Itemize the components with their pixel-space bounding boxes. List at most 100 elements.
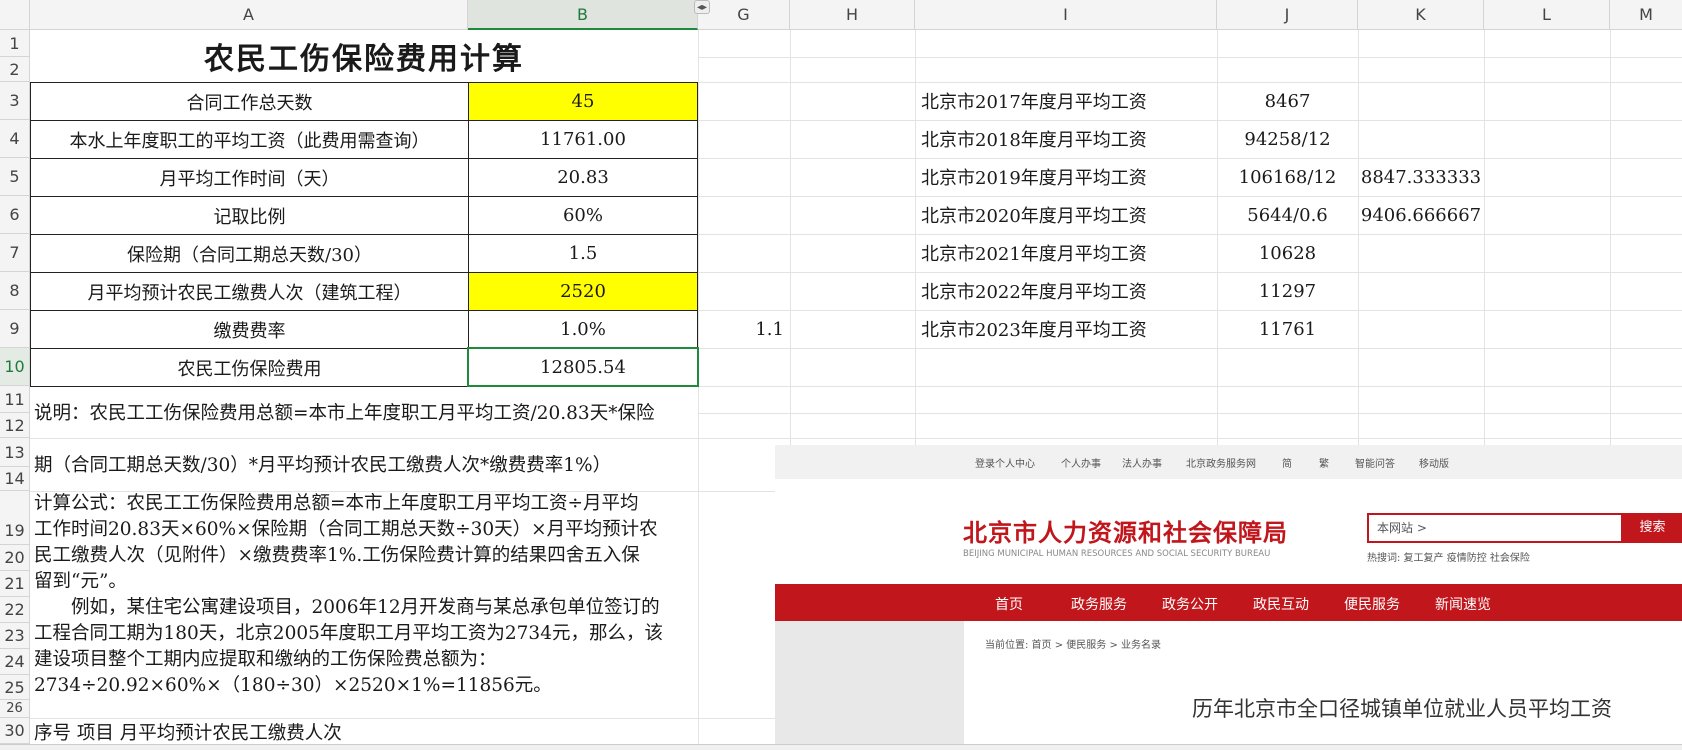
row30-text[interactable]: 序号 项目 月平均预计农民工缴费人次	[34, 721, 342, 747]
row-header-26[interactable]: 26	[0, 700, 30, 718]
row-header-23[interactable]: 23	[0, 623, 30, 649]
table-label-avg-wage[interactable]: 本水上年度职工的平均工资（此费用需查询）	[30, 120, 469, 159]
wage-value-2021[interactable]: 10628	[1217, 234, 1358, 272]
wage-value-2020[interactable]: 5644/0.6	[1217, 196, 1358, 234]
row-header-2[interactable]: 2	[0, 57, 30, 82]
column-header-bar: A B G H I J K L M ◂▸	[0, 0, 1682, 30]
website-logo-cn[interactable]: 北京市人力资源和社会保障局	[963, 513, 1288, 548]
column-header-b[interactable]: B	[468, 0, 698, 30]
wage-label-2023[interactable]: 北京市2023年度月平均工资	[915, 310, 1217, 348]
website-top-link-corporate[interactable]: 法人办事	[1122, 455, 1162, 470]
wage-label-2020[interactable]: 北京市2020年度月平均工资	[915, 196, 1217, 234]
website-top-link-qa[interactable]: 智能问答	[1355, 455, 1395, 470]
wage-label-2022[interactable]: 北京市2022年度月平均工资	[915, 272, 1217, 310]
wage-value-2017[interactable]: 8467	[1217, 82, 1358, 120]
wage-value-2023[interactable]: 11761	[1217, 310, 1358, 348]
table-value-monthly-work-days[interactable]: 20.83	[468, 158, 698, 197]
row-header-12[interactable]: 12	[0, 413, 30, 438]
wage-label-2021[interactable]: 北京市2021年度月平均工资	[915, 234, 1217, 272]
example-line-1[interactable]: 例如，某住宅公寓建设项目，2006年12月开发商与某总承包单位签订的	[34, 595, 660, 621]
row-header-19[interactable]: 19	[0, 491, 30, 545]
wage-label-2017[interactable]: 北京市2017年度月平均工资	[915, 82, 1217, 120]
formula-line-4[interactable]: 留到“元”。	[34, 569, 127, 595]
row-header-30[interactable]: 30	[0, 718, 30, 744]
website-nav-news[interactable]: 新闻速览	[1435, 594, 1491, 614]
row-header-11[interactable]: 11	[0, 386, 30, 413]
example-line-2[interactable]: 工程合同工期为180天，北京2005年度职工月平均工资为2734元，那么，该	[34, 621, 663, 647]
website-top-link-traditional[interactable]: 繁	[1319, 455, 1329, 470]
table-label-worker-count[interactable]: 月平均预计农民工缴费人次（建筑工程）	[30, 272, 469, 311]
explanation-line-2[interactable]: 期（合同工期总天数/30）*月平均预计农民工缴费人次*缴费费率1%）	[34, 453, 611, 479]
website-top-link-simplified[interactable]: 简	[1282, 455, 1292, 470]
row-header-10[interactable]: 10	[0, 348, 30, 386]
table-value-ratio[interactable]: 60%	[468, 196, 698, 235]
table-label-fee-rate[interactable]: 缴费费率	[30, 310, 469, 349]
row-header-22[interactable]: 22	[0, 597, 30, 623]
wage-value-2019[interactable]: 106168/12	[1217, 158, 1358, 196]
table-label-monthly-work-days[interactable]: 月平均工作时间（天）	[30, 158, 469, 197]
website-nav-interaction[interactable]: 政民互动	[1253, 594, 1309, 614]
example-line-4[interactable]: 2734÷20.92×60%×（180÷30）×2520×1%=11856元。	[34, 673, 552, 699]
wage-value-2022[interactable]: 11297	[1217, 272, 1358, 310]
website-nav-gov-public[interactable]: 政务公开	[1162, 594, 1218, 614]
row-header-5[interactable]: 5	[0, 158, 30, 196]
column-header-l[interactable]: L	[1484, 0, 1610, 30]
wage-extra-2020[interactable]: 9406.666667	[1358, 196, 1484, 234]
table-label-insurance-fee[interactable]: 农民工伤保险费用	[30, 348, 469, 387]
row-header-20[interactable]: 20	[0, 545, 30, 571]
website-nav-home[interactable]: 首页	[995, 594, 1023, 614]
column-header-a[interactable]: A	[30, 0, 468, 30]
wage-value-2018[interactable]: 94258/12	[1217, 120, 1358, 158]
table-label-contract-days[interactable]: 合同工作总天数	[30, 82, 469, 121]
website-hot-words[interactable]: 热搜词: 复工复产 疫情防控 社会保险	[1367, 549, 1530, 564]
table-value-fee-rate[interactable]: 1.0%	[468, 310, 698, 349]
table-label-ratio[interactable]: 记取比例	[30, 196, 469, 235]
column-header-i[interactable]: I	[915, 0, 1217, 30]
row-header-3[interactable]: 3	[0, 82, 30, 120]
example-line-3[interactable]: 建设项目整个工期内应提取和缴纳的工伤保险费总额为：	[34, 647, 497, 673]
row-header-14[interactable]: 14	[0, 467, 30, 491]
row-header-1[interactable]: 1	[0, 30, 30, 57]
table-value-worker-count[interactable]: 2520	[468, 272, 698, 311]
horizontal-scrollbar[interactable]	[0, 744, 1682, 750]
wage-extra-2019[interactable]: 8847.333333	[1358, 158, 1484, 196]
column-header-k[interactable]: K	[1358, 0, 1484, 30]
row-header-6[interactable]: 6	[0, 196, 30, 234]
wage-label-2019[interactable]: 北京市2019年度月平均工资	[915, 158, 1217, 196]
website-nav-convenience[interactable]: 便民服务	[1344, 594, 1400, 614]
website-top-link-personal[interactable]: 个人办事	[1061, 455, 1101, 470]
website-search-input[interactable]: 本网站 >	[1367, 513, 1623, 543]
table-value-contract-days[interactable]: 45	[468, 82, 698, 121]
explanation-line-1[interactable]: 说明：农民工工伤保险费用总额=本市上年度职工月平均工资/20.83天*保险	[34, 401, 654, 427]
column-header-h[interactable]: H	[790, 0, 915, 30]
table-value-insurance-fee[interactable]: 12805.54	[467, 347, 699, 387]
row-header-8[interactable]: 8	[0, 272, 30, 310]
wage-label-2018[interactable]: 北京市2018年度月平均工资	[915, 120, 1217, 158]
column-header-m[interactable]: M	[1610, 0, 1682, 30]
column-header-j[interactable]: J	[1217, 0, 1358, 30]
website-nav-gov-service[interactable]: 政务服务	[1071, 594, 1127, 614]
website-top-link-mobile[interactable]: 移动版	[1419, 455, 1449, 470]
table-label-insurance-period[interactable]: 保险期（合同工期总天数/30）	[30, 234, 469, 273]
website-top-link-login[interactable]: 登录个人中心	[975, 455, 1035, 470]
website-top-link-gov-service[interactable]: 北京政务服务网	[1186, 455, 1256, 470]
table-value-avg-wage[interactable]: 11761.00	[468, 120, 698, 159]
row-header-13[interactable]: 13	[0, 438, 30, 467]
row-header-24[interactable]: 24	[0, 649, 30, 675]
row-header-21[interactable]: 21	[0, 571, 30, 597]
formula-line-3[interactable]: 民工缴费人次（见附件）×缴费费率1%.工伤保险费计算的结果四舍五入保	[34, 543, 640, 569]
sheet-title[interactable]: 农民工伤保险费用计算	[30, 30, 698, 82]
cell-g9[interactable]: 1.1	[698, 310, 790, 348]
formula-line-1[interactable]: 计算公式：农民工工伤保险费用总额=本市上年度职工月平均工资÷月平均	[34, 491, 639, 517]
row-header-7[interactable]: 7	[0, 234, 30, 272]
website-logo-en: BEIJING MUNICIPAL HUMAN RESOURCES AND SO…	[963, 549, 1271, 559]
website-search-button[interactable]: 搜索	[1623, 513, 1682, 543]
select-all-corner[interactable]	[0, 0, 30, 30]
row-header-25[interactable]: 25	[0, 675, 30, 700]
formula-line-2[interactable]: 工作时间20.83天×60%×保险期（合同工期总天数÷30天）×月平均预计农	[34, 517, 658, 543]
column-header-g[interactable]: G	[698, 0, 790, 30]
row-header-4[interactable]: 4	[0, 120, 30, 158]
column-unhide-handle[interactable]: ◂▸	[694, 0, 710, 14]
table-value-insurance-period[interactable]: 1.5	[468, 234, 698, 273]
row-header-9[interactable]: 9	[0, 310, 30, 348]
